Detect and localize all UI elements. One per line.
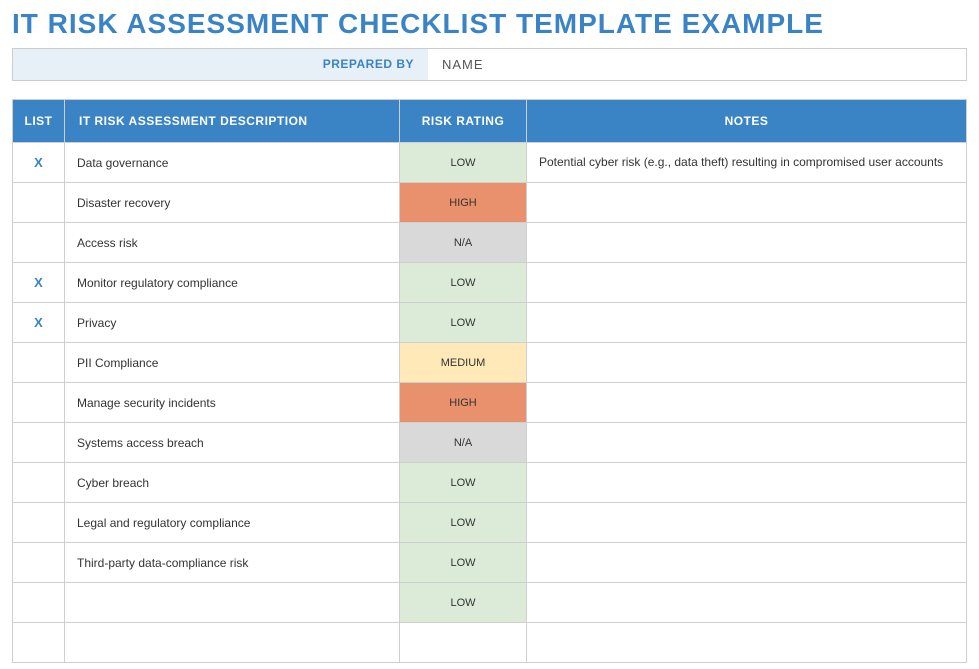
table-row: LOW: [13, 583, 967, 623]
description-cell[interactable]: Privacy: [65, 303, 400, 343]
description-cell[interactable]: Access risk: [65, 223, 400, 263]
list-cell[interactable]: X: [13, 303, 65, 343]
risk-cell[interactable]: MEDIUM: [400, 343, 527, 383]
description-cell[interactable]: [65, 623, 400, 663]
description-cell[interactable]: Disaster recovery: [65, 183, 400, 223]
description-cell[interactable]: PII Compliance: [65, 343, 400, 383]
prepared-by-value[interactable]: NAME: [428, 49, 966, 80]
list-cell[interactable]: [13, 343, 65, 383]
table-row: XData governanceLOWPotential cyber risk …: [13, 143, 967, 183]
risk-cell[interactable]: LOW: [400, 143, 527, 183]
list-cell[interactable]: [13, 183, 65, 223]
description-cell[interactable]: Manage security incidents: [65, 383, 400, 423]
notes-cell[interactable]: [527, 503, 967, 543]
table-row: Access riskN/A: [13, 223, 967, 263]
risk-cell[interactable]: HIGH: [400, 383, 527, 423]
list-cell[interactable]: X: [13, 263, 65, 303]
table-row: Cyber breachLOW: [13, 463, 967, 503]
risk-cell[interactable]: N/A: [400, 223, 527, 263]
table-row: Disaster recoveryHIGH: [13, 183, 967, 223]
risk-cell[interactable]: LOW: [400, 263, 527, 303]
header-risk: RISK RATING: [400, 100, 527, 143]
list-cell[interactable]: [13, 223, 65, 263]
table-row: Systems access breachN/A: [13, 423, 967, 463]
header-notes: NOTES: [527, 100, 967, 143]
notes-cell[interactable]: [527, 303, 967, 343]
risk-cell[interactable]: LOW: [400, 503, 527, 543]
table-row: Third-party data-compliance riskLOW: [13, 543, 967, 583]
list-cell[interactable]: X: [13, 143, 65, 183]
list-cell[interactable]: [13, 383, 65, 423]
risk-cell[interactable]: N/A: [400, 423, 527, 463]
table-row: [13, 623, 967, 663]
list-cell[interactable]: [13, 463, 65, 503]
notes-cell[interactable]: [527, 263, 967, 303]
list-cell[interactable]: [13, 423, 65, 463]
description-cell[interactable]: Data governance: [65, 143, 400, 183]
risk-table: LIST IT RISK ASSESSMENT DESCRIPTION RISK…: [12, 99, 967, 663]
description-cell[interactable]: Systems access breach: [65, 423, 400, 463]
table-row: XPrivacyLOW: [13, 303, 967, 343]
notes-cell[interactable]: [527, 223, 967, 263]
notes-cell[interactable]: [527, 423, 967, 463]
notes-cell[interactable]: [527, 543, 967, 583]
risk-cell[interactable]: [400, 623, 527, 663]
description-cell[interactable]: Legal and regulatory compliance: [65, 503, 400, 543]
table-row: XMonitor regulatory complianceLOW: [13, 263, 967, 303]
table-header-row: LIST IT RISK ASSESSMENT DESCRIPTION RISK…: [13, 100, 967, 143]
table-row: PII ComplianceMEDIUM: [13, 343, 967, 383]
notes-cell[interactable]: [527, 463, 967, 503]
description-cell[interactable]: Cyber breach: [65, 463, 400, 503]
notes-cell[interactable]: Potential cyber risk (e.g., data theft) …: [527, 143, 967, 183]
page-title: IT RISK ASSESSMENT CHECKLIST TEMPLATE EX…: [12, 8, 967, 40]
notes-cell[interactable]: [527, 623, 967, 663]
description-cell[interactable]: Monitor regulatory compliance: [65, 263, 400, 303]
risk-cell[interactable]: LOW: [400, 303, 527, 343]
risk-cell[interactable]: HIGH: [400, 183, 527, 223]
description-cell[interactable]: [65, 583, 400, 623]
description-cell[interactable]: Third-party data-compliance risk: [65, 543, 400, 583]
prepared-by-label: PREPARED BY: [13, 49, 428, 80]
list-cell[interactable]: [13, 623, 65, 663]
notes-cell[interactable]: [527, 183, 967, 223]
list-cell[interactable]: [13, 583, 65, 623]
notes-cell[interactable]: [527, 343, 967, 383]
risk-cell[interactable]: LOW: [400, 583, 527, 623]
list-cell[interactable]: [13, 503, 65, 543]
prepared-by-row: PREPARED BY NAME: [12, 48, 967, 81]
notes-cell[interactable]: [527, 383, 967, 423]
table-row: Manage security incidentsHIGH: [13, 383, 967, 423]
list-cell[interactable]: [13, 543, 65, 583]
risk-cell[interactable]: LOW: [400, 463, 527, 503]
table-row: Legal and regulatory complianceLOW: [13, 503, 967, 543]
notes-cell[interactable]: [527, 583, 967, 623]
risk-cell[interactable]: LOW: [400, 543, 527, 583]
header-list: LIST: [13, 100, 65, 143]
header-description: IT RISK ASSESSMENT DESCRIPTION: [65, 100, 400, 143]
